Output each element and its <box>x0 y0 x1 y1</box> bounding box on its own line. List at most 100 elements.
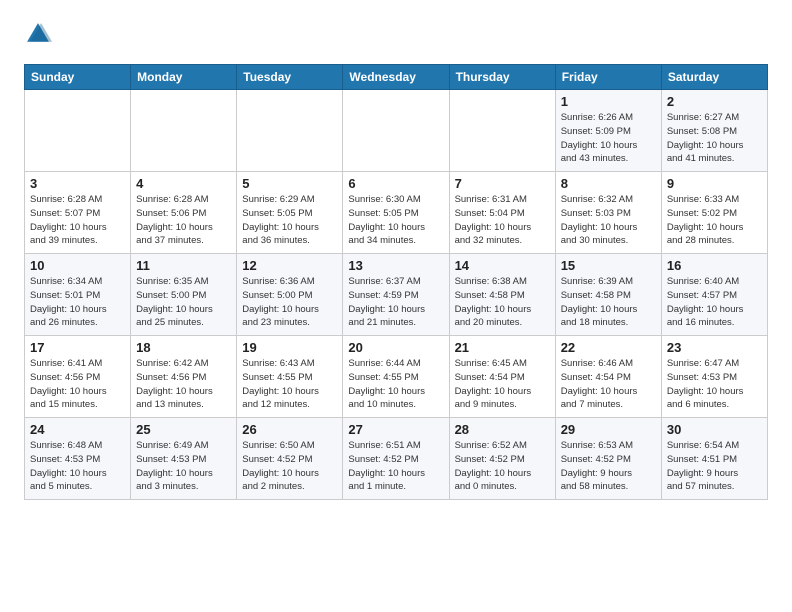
col-header-thursday: Thursday <box>449 65 555 90</box>
day-detail: Sunrise: 6:51 AM Sunset: 4:52 PM Dayligh… <box>348 439 443 494</box>
day-cell: 1Sunrise: 6:26 AM Sunset: 5:09 PM Daylig… <box>555 90 661 172</box>
logo <box>24 20 56 48</box>
day-cell: 23 Sunrise: 6:47 AM Sunset: 4:53 PM Dayli… <box>661 336 767 418</box>
week-row-5: 24 Sunrise: 6:48 AM Sunset: 4:53 PM Dayli… <box>25 418 768 500</box>
day-cell: 18Sunrise: 6:42 AM Sunset: 4:56 PM Dayli… <box>131 336 237 418</box>
day-cell <box>343 90 449 172</box>
day-detail: Sunrise: 6:26 AM Sunset: 5:09 PM Dayligh… <box>561 111 656 166</box>
day-cell: 4 Sunrise: 6:28 AM Sunset: 5:06 PM Daylig… <box>131 172 237 254</box>
day-detail: Sunrise: 6:32 AM Sunset: 5:03 PM Dayligh… <box>561 193 656 248</box>
day-cell: 10Sunrise: 6:34 AM Sunset: 5:01 PM Dayli… <box>25 254 131 336</box>
calendar-table: SundayMondayTuesdayWednesdayThursdayFrid… <box>24 64 768 500</box>
day-number: 6 <box>348 176 443 191</box>
day-number: 21 <box>455 340 550 355</box>
day-cell: 5 Sunrise: 6:29 AM Sunset: 5:05 PM Daylig… <box>237 172 343 254</box>
day-detail: Sunrise: 6:37 AM Sunset: 4:59 PM Dayligh… <box>348 275 443 330</box>
day-number: 27 <box>348 422 443 437</box>
day-number: 5 <box>242 176 337 191</box>
day-number: 24 <box>30 422 125 437</box>
day-cell: 3Sunrise: 6:28 AM Sunset: 5:07 PM Daylig… <box>25 172 131 254</box>
day-cell: 21 Sunrise: 6:45 AM Sunset: 4:54 PM Dayli… <box>449 336 555 418</box>
day-cell: 13 Sunrise: 6:37 AM Sunset: 4:59 PM Dayli… <box>343 254 449 336</box>
day-detail: Sunrise: 6:38 AM Sunset: 4:58 PM Dayligh… <box>455 275 550 330</box>
day-detail: Sunrise: 6:54 AM Sunset: 4:51 PM Dayligh… <box>667 439 762 494</box>
day-detail: Sunrise: 6:52 AM Sunset: 4:52 PM Dayligh… <box>455 439 550 494</box>
day-number: 25 <box>136 422 231 437</box>
day-number: 8 <box>561 176 656 191</box>
day-detail: Sunrise: 6:35 AM Sunset: 5:00 PM Dayligh… <box>136 275 231 330</box>
day-cell <box>25 90 131 172</box>
day-cell: 6 Sunrise: 6:30 AM Sunset: 5:05 PM Daylig… <box>343 172 449 254</box>
day-number: 16 <box>667 258 762 273</box>
day-detail: Sunrise: 6:53 AM Sunset: 4:52 PM Dayligh… <box>561 439 656 494</box>
day-cell <box>449 90 555 172</box>
day-number: 11 <box>136 258 231 273</box>
col-header-tuesday: Tuesday <box>237 65 343 90</box>
day-number: 4 <box>136 176 231 191</box>
day-cell: 29 Sunrise: 6:53 AM Sunset: 4:52 PM Dayli… <box>555 418 661 500</box>
day-number: 3 <box>30 176 125 191</box>
day-number: 23 <box>667 340 762 355</box>
day-detail: Sunrise: 6:49 AM Sunset: 4:53 PM Dayligh… <box>136 439 231 494</box>
day-cell: 8 Sunrise: 6:32 AM Sunset: 5:03 PM Daylig… <box>555 172 661 254</box>
day-detail: Sunrise: 6:45 AM Sunset: 4:54 PM Dayligh… <box>455 357 550 412</box>
week-row-4: 17 Sunrise: 6:41 AM Sunset: 4:56 PM Dayli… <box>25 336 768 418</box>
col-header-sunday: Sunday <box>25 65 131 90</box>
day-number: 30 <box>667 422 762 437</box>
day-cell: 22Sunrise: 6:46 AM Sunset: 4:54 PM Dayli… <box>555 336 661 418</box>
day-cell: 16 Sunrise: 6:40 AM Sunset: 4:57 PM Dayli… <box>661 254 767 336</box>
day-detail: Sunrise: 6:31 AM Sunset: 5:04 PM Dayligh… <box>455 193 550 248</box>
col-header-monday: Monday <box>131 65 237 90</box>
day-detail: Sunrise: 6:50 AM Sunset: 4:52 PM Dayligh… <box>242 439 337 494</box>
week-row-3: 10Sunrise: 6:34 AM Sunset: 5:01 PM Dayli… <box>25 254 768 336</box>
day-number: 29 <box>561 422 656 437</box>
day-cell: 17 Sunrise: 6:41 AM Sunset: 4:56 PM Dayli… <box>25 336 131 418</box>
day-cell <box>131 90 237 172</box>
day-cell: 20 Sunrise: 6:44 AM Sunset: 4:55 PM Dayli… <box>343 336 449 418</box>
day-cell: 15 Sunrise: 6:39 AM Sunset: 4:58 PM Dayli… <box>555 254 661 336</box>
day-detail: Sunrise: 6:41 AM Sunset: 4:56 PM Dayligh… <box>30 357 125 412</box>
day-cell <box>237 90 343 172</box>
day-number: 7 <box>455 176 550 191</box>
day-number: 17 <box>30 340 125 355</box>
day-number: 26 <box>242 422 337 437</box>
day-number: 15 <box>561 258 656 273</box>
day-number: 20 <box>348 340 443 355</box>
day-detail: Sunrise: 6:34 AM Sunset: 5:01 PM Dayligh… <box>30 275 125 330</box>
day-detail: Sunrise: 6:44 AM Sunset: 4:55 PM Dayligh… <box>348 357 443 412</box>
day-detail: Sunrise: 6:39 AM Sunset: 4:58 PM Dayligh… <box>561 275 656 330</box>
day-detail: Sunrise: 6:42 AM Sunset: 4:56 PM Dayligh… <box>136 357 231 412</box>
day-cell: 28 Sunrise: 6:52 AM Sunset: 4:52 PM Dayli… <box>449 418 555 500</box>
day-detail: Sunrise: 6:48 AM Sunset: 4:53 PM Dayligh… <box>30 439 125 494</box>
day-detail: Sunrise: 6:28 AM Sunset: 5:06 PM Dayligh… <box>136 193 231 248</box>
day-cell: 9 Sunrise: 6:33 AM Sunset: 5:02 PM Daylig… <box>661 172 767 254</box>
logo-icon <box>24 20 52 48</box>
day-number: 28 <box>455 422 550 437</box>
day-detail: Sunrise: 6:47 AM Sunset: 4:53 PM Dayligh… <box>667 357 762 412</box>
day-detail: Sunrise: 6:29 AM Sunset: 5:05 PM Dayligh… <box>242 193 337 248</box>
day-number: 13 <box>348 258 443 273</box>
col-header-friday: Friday <box>555 65 661 90</box>
day-cell: 26 Sunrise: 6:50 AM Sunset: 4:52 PM Dayli… <box>237 418 343 500</box>
day-detail: Sunrise: 6:33 AM Sunset: 5:02 PM Dayligh… <box>667 193 762 248</box>
day-number: 14 <box>455 258 550 273</box>
header <box>24 20 768 48</box>
day-detail: Sunrise: 6:40 AM Sunset: 4:57 PM Dayligh… <box>667 275 762 330</box>
day-cell: 14 Sunrise: 6:38 AM Sunset: 4:58 PM Dayli… <box>449 254 555 336</box>
week-row-2: 3Sunrise: 6:28 AM Sunset: 5:07 PM Daylig… <box>25 172 768 254</box>
week-row-1: 1Sunrise: 6:26 AM Sunset: 5:09 PM Daylig… <box>25 90 768 172</box>
day-cell: 24 Sunrise: 6:48 AM Sunset: 4:53 PM Dayli… <box>25 418 131 500</box>
day-cell: 27 Sunrise: 6:51 AM Sunset: 4:52 PM Dayli… <box>343 418 449 500</box>
day-cell: 12 Sunrise: 6:36 AM Sunset: 5:00 PM Dayli… <box>237 254 343 336</box>
day-detail: Sunrise: 6:36 AM Sunset: 5:00 PM Dayligh… <box>242 275 337 330</box>
day-number: 19 <box>242 340 337 355</box>
header-row: SundayMondayTuesdayWednesdayThursdayFrid… <box>25 65 768 90</box>
day-cell: 7 Sunrise: 6:31 AM Sunset: 5:04 PM Daylig… <box>449 172 555 254</box>
day-cell: 25 Sunrise: 6:49 AM Sunset: 4:53 PM Dayli… <box>131 418 237 500</box>
day-number: 9 <box>667 176 762 191</box>
day-detail: Sunrise: 6:43 AM Sunset: 4:55 PM Dayligh… <box>242 357 337 412</box>
day-number: 22 <box>561 340 656 355</box>
day-number: 12 <box>242 258 337 273</box>
day-detail: Sunrise: 6:30 AM Sunset: 5:05 PM Dayligh… <box>348 193 443 248</box>
day-detail: Sunrise: 6:27 AM Sunset: 5:08 PM Dayligh… <box>667 111 762 166</box>
